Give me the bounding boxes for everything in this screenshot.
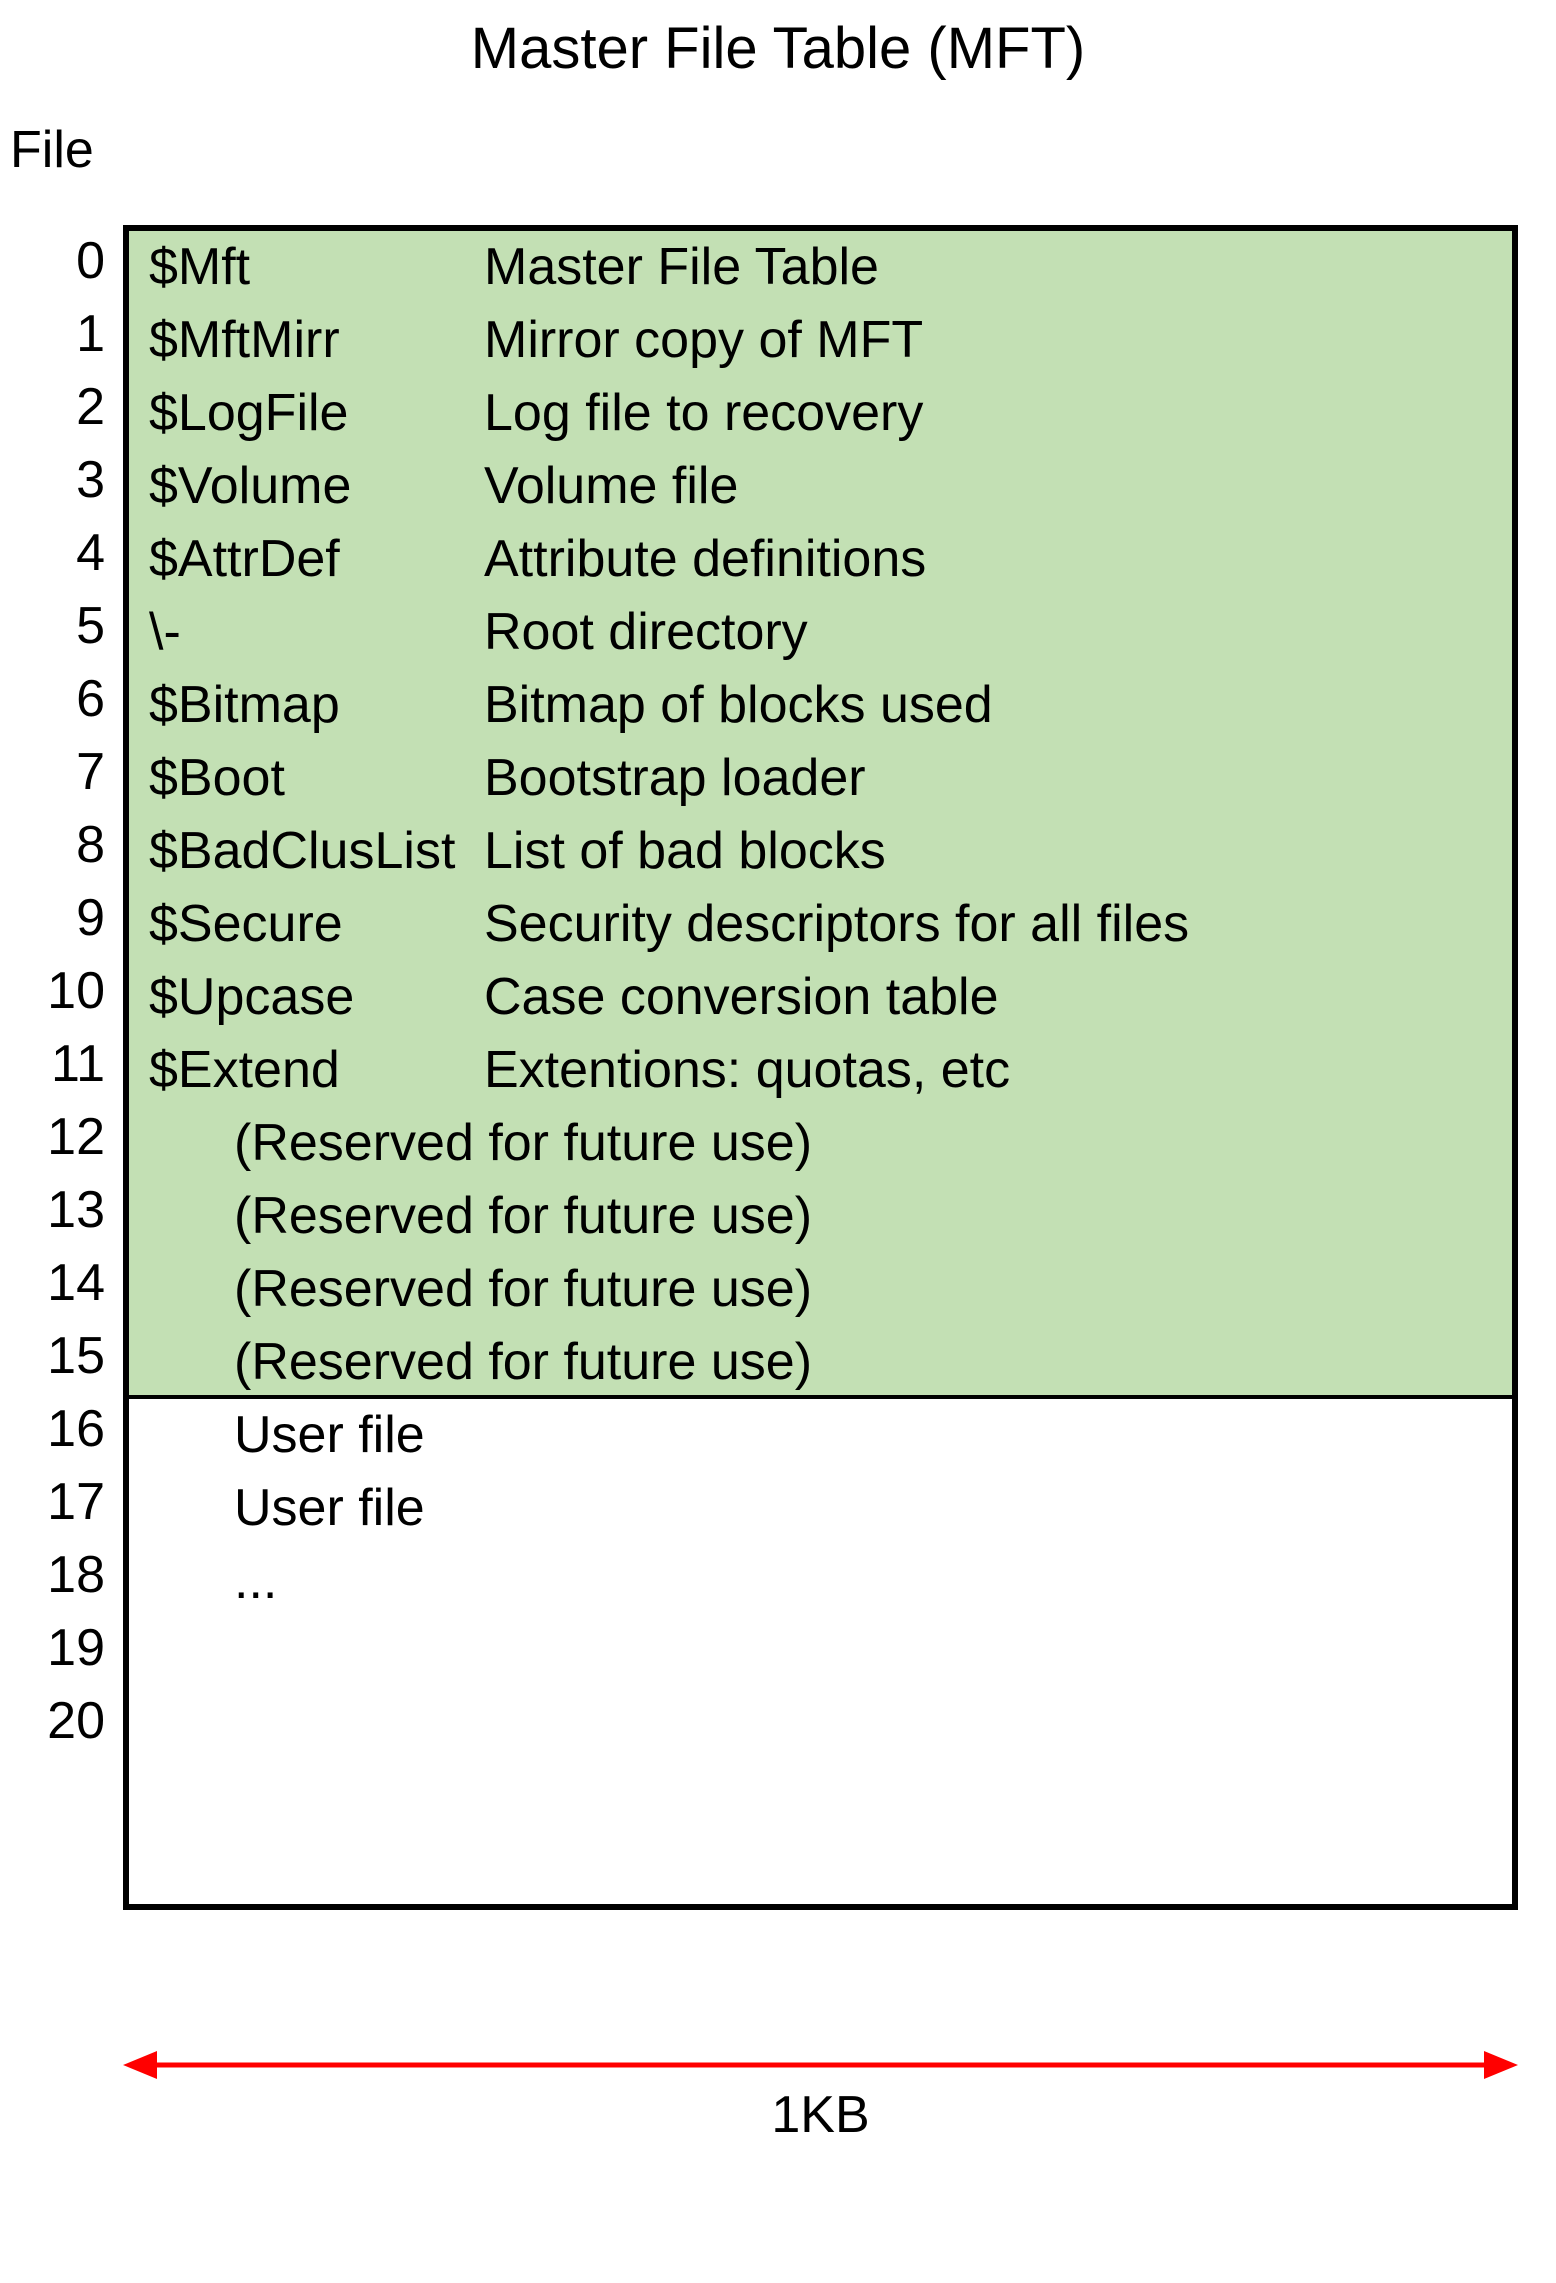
row-index: 10	[10, 955, 105, 1028]
row-index: 19	[10, 1612, 105, 1685]
mft-row: $LogFile Log file to recovery	[129, 377, 1512, 450]
row-index: 1	[10, 298, 105, 371]
entry-desc: (Reserved for future use)	[149, 1107, 1512, 1180]
entry-desc: (Reserved for future use)	[149, 1253, 1512, 1326]
mft-row: $MftMirr Mirror copy of MFT	[129, 304, 1512, 377]
mft-row-reserved: (Reserved for future use)	[129, 1180, 1512, 1253]
row-index: 8	[10, 809, 105, 882]
row-index: 17	[10, 1466, 105, 1539]
row-index: 13	[10, 1174, 105, 1247]
entry-desc: (Reserved for future use)	[149, 1326, 1512, 1399]
entry-desc: Log file to recovery	[484, 377, 1512, 450]
diagram-title: Master File Table (MFT)	[0, 15, 1556, 82]
mft-row: $Extend Extentions: quotas, etc	[129, 1034, 1512, 1107]
entry-desc: User file	[149, 1472, 1512, 1545]
entry-name: $Bitmap	[149, 669, 484, 742]
index-column-header: File	[10, 120, 94, 180]
entry-name: \-	[149, 596, 484, 669]
row-index: 4	[10, 517, 105, 590]
mft-table: $Mft Master File Table $MftMirr Mirror c…	[123, 225, 1518, 1910]
record-size-label: 1KB	[123, 2085, 1518, 2145]
entry-desc: Root directory	[484, 596, 1512, 669]
entry-desc: Master File Table	[484, 231, 1512, 304]
entry-name: $Mft	[149, 231, 484, 304]
entry-name: $Secure	[149, 888, 484, 961]
entry-name: $Extend	[149, 1034, 484, 1107]
entry-desc: Extentions: quotas, etc	[484, 1034, 1512, 1107]
mft-row-user	[129, 1618, 1512, 1691]
mft-row-user: User file	[129, 1472, 1512, 1545]
entry-desc: Volume file	[484, 450, 1512, 523]
row-index: 20	[10, 1685, 105, 1758]
mft-row: $Boot Bootstrap loader	[129, 742, 1512, 815]
entry-name: $Volume	[149, 450, 484, 523]
mft-row: \- Root directory	[129, 596, 1512, 669]
mft-row: $AttrDef Attribute definitions	[129, 523, 1512, 596]
entry-name: $MftMirr	[149, 304, 484, 377]
row-index: 14	[10, 1247, 105, 1320]
mft-rows: $Mft Master File Table $MftMirr Mirror c…	[129, 231, 1512, 1764]
entry-desc: Attribute definitions	[484, 523, 1512, 596]
entry-desc: (Reserved for future use)	[149, 1180, 1512, 1253]
entry-name: $AttrDef	[149, 523, 484, 596]
entry-desc: Security descriptors for all files	[484, 888, 1512, 961]
entry-desc: Bitmap of blocks used	[484, 669, 1512, 742]
mft-row-user	[129, 1691, 1512, 1764]
mft-row-reserved: (Reserved for future use)	[129, 1253, 1512, 1326]
mft-row: $Secure Security descriptors for all fil…	[129, 888, 1512, 961]
mft-row-user: ...	[129, 1545, 1512, 1618]
width-arrow-icon	[123, 2045, 1518, 2085]
entry-name: $Boot	[149, 742, 484, 815]
index-column: 0 1 2 3 4 5 6 7 8 9 10 11 12 13 14 15 16…	[10, 225, 105, 1758]
entry-desc: User file	[149, 1399, 1512, 1472]
mft-row: $Bitmap Bitmap of blocks used	[129, 669, 1512, 742]
mft-row: $BadClusList List of bad blocks	[129, 815, 1512, 888]
row-index: 16	[10, 1393, 105, 1466]
row-index: 18	[10, 1539, 105, 1612]
mft-row: $Upcase Case conversion table	[129, 961, 1512, 1034]
entry-desc: Case conversion table	[484, 961, 1512, 1034]
entry-desc: Bootstrap loader	[484, 742, 1512, 815]
row-index: 7	[10, 736, 105, 809]
row-index: 12	[10, 1101, 105, 1174]
entry-name: $LogFile	[149, 377, 484, 450]
row-index: 2	[10, 371, 105, 444]
row-index: 3	[10, 444, 105, 517]
entry-name: $Upcase	[149, 961, 484, 1034]
row-index: 15	[10, 1320, 105, 1393]
row-index: 5	[10, 590, 105, 663]
mft-row: $Mft Master File Table	[129, 231, 1512, 304]
entry-desc: Mirror copy of MFT	[484, 304, 1512, 377]
mft-row-reserved: (Reserved for future use)	[129, 1107, 1512, 1180]
row-index: 11	[10, 1028, 105, 1101]
entry-name: $BadClusList	[149, 815, 484, 888]
mft-row-reserved: (Reserved for future use)	[129, 1326, 1512, 1399]
row-index: 0	[10, 225, 105, 298]
entry-desc: ...	[149, 1545, 1512, 1618]
row-index: 9	[10, 882, 105, 955]
row-index: 6	[10, 663, 105, 736]
entry-desc: List of bad blocks	[484, 815, 1512, 888]
mft-row-user: User file	[129, 1399, 1512, 1472]
mft-row: $Volume Volume file	[129, 450, 1512, 523]
